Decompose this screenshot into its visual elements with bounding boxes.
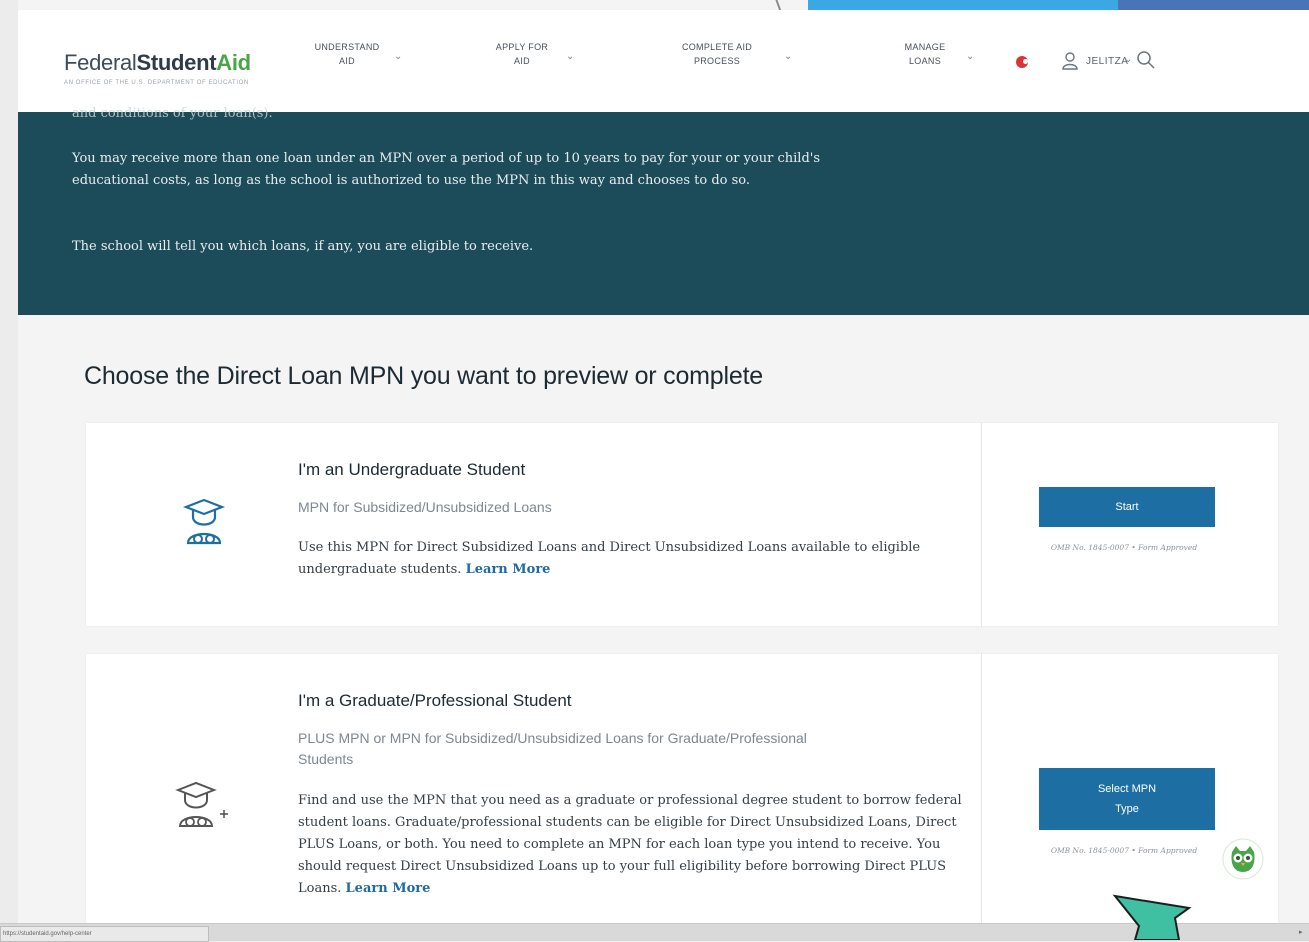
graduate-student-icon bbox=[182, 498, 226, 545]
select-mpn-type-button[interactable]: Select MPN Type bbox=[1039, 768, 1215, 830]
banner-cut-line: and conditions of your loan(s). bbox=[72, 106, 273, 121]
search-icon[interactable] bbox=[1136, 50, 1156, 70]
user-name[interactable]: JELITZA bbox=[1086, 56, 1128, 67]
site-logo[interactable]: FederalStudentAid AN OFFICE OF THE U.S. … bbox=[64, 50, 251, 86]
nav-apply-for-aid[interactable]: APPLY FOR AID ⌄ bbox=[492, 40, 575, 68]
omb-notice: OMB No. 1845-0007 • Form Approved bbox=[1050, 846, 1198, 855]
card-subtitle: MPN for Subsidized/Unsubsidized Loans bbox=[298, 499, 552, 515]
chevron-down-icon[interactable]: ⌄ bbox=[1124, 54, 1132, 65]
notification-icon[interactable] bbox=[1016, 56, 1028, 68]
pointer-arrow-annotation bbox=[1112, 894, 1192, 940]
chevron-down-icon: ⌄ bbox=[394, 51, 403, 62]
mpn-card-undergraduate: I'm an Undergraduate Student MPN for Sub… bbox=[86, 423, 1278, 626]
mpn-card-graduate: I'm a Graduate/Professional Student PLUS… bbox=[86, 654, 1278, 923]
logo-subtitle: AN OFFICE OF THE U.S. DEPARTMENT OF EDUC… bbox=[64, 80, 249, 86]
user-icon[interactable] bbox=[1062, 52, 1078, 70]
banner-paragraph: You may receive more than one loan under… bbox=[72, 151, 821, 188]
card-description: Find and use the MPN that you need as a … bbox=[298, 793, 962, 896]
top-decoration bbox=[775, 0, 1309, 14]
page: FederalStudentAid AN OFFICE OF THE U.S. … bbox=[18, 0, 1309, 940]
info-banner: and conditions of your loan(s). You may … bbox=[18, 106, 1309, 315]
card-divider bbox=[981, 423, 982, 626]
learn-more-link[interactable]: Learn More bbox=[466, 562, 551, 577]
nav-understand-aid[interactable]: UNDERSTAND AID ⌄ bbox=[314, 40, 403, 68]
chevron-down-icon: ⌄ bbox=[566, 51, 575, 62]
learn-more-link[interactable]: Learn More bbox=[346, 881, 431, 896]
omb-notice: OMB No. 1845-0007 • Form Approved bbox=[1050, 543, 1198, 552]
card-title: I'm a Graduate/Professional Student bbox=[298, 691, 572, 710]
banner-paragraph: The school will tell you which loans, if… bbox=[72, 239, 534, 254]
nav-manage-loans[interactable]: MANAGE LOANS ⌄ bbox=[902, 40, 975, 68]
owl-assistant-icon[interactable] bbox=[1222, 838, 1264, 880]
chevron-down-icon: ⌄ bbox=[784, 51, 793, 62]
site-header: FederalStudentAid AN OFFICE OF THE U.S. … bbox=[18, 10, 1309, 112]
start-button[interactable]: Start bbox=[1039, 487, 1215, 527]
nav-complete-aid-process[interactable]: COMPLETE AID PROCESS ⌄ bbox=[680, 40, 792, 68]
card-subtitle: PLUS MPN or MPN for Subsidized/Unsubsidi… bbox=[298, 730, 807, 767]
page-heading: Choose the Direct Loan MPN you want to p… bbox=[84, 362, 764, 390]
chevron-down-icon: ⌄ bbox=[966, 51, 975, 62]
card-divider bbox=[981, 654, 982, 923]
card-description: Use this MPN for Direct Subsidized Loans… bbox=[298, 540, 921, 577]
graduate-professional-icon bbox=[175, 781, 228, 827]
card-title: I'm an Undergraduate Student bbox=[298, 460, 526, 479]
scroll-indicator-icon: ▸ bbox=[1299, 929, 1303, 936]
